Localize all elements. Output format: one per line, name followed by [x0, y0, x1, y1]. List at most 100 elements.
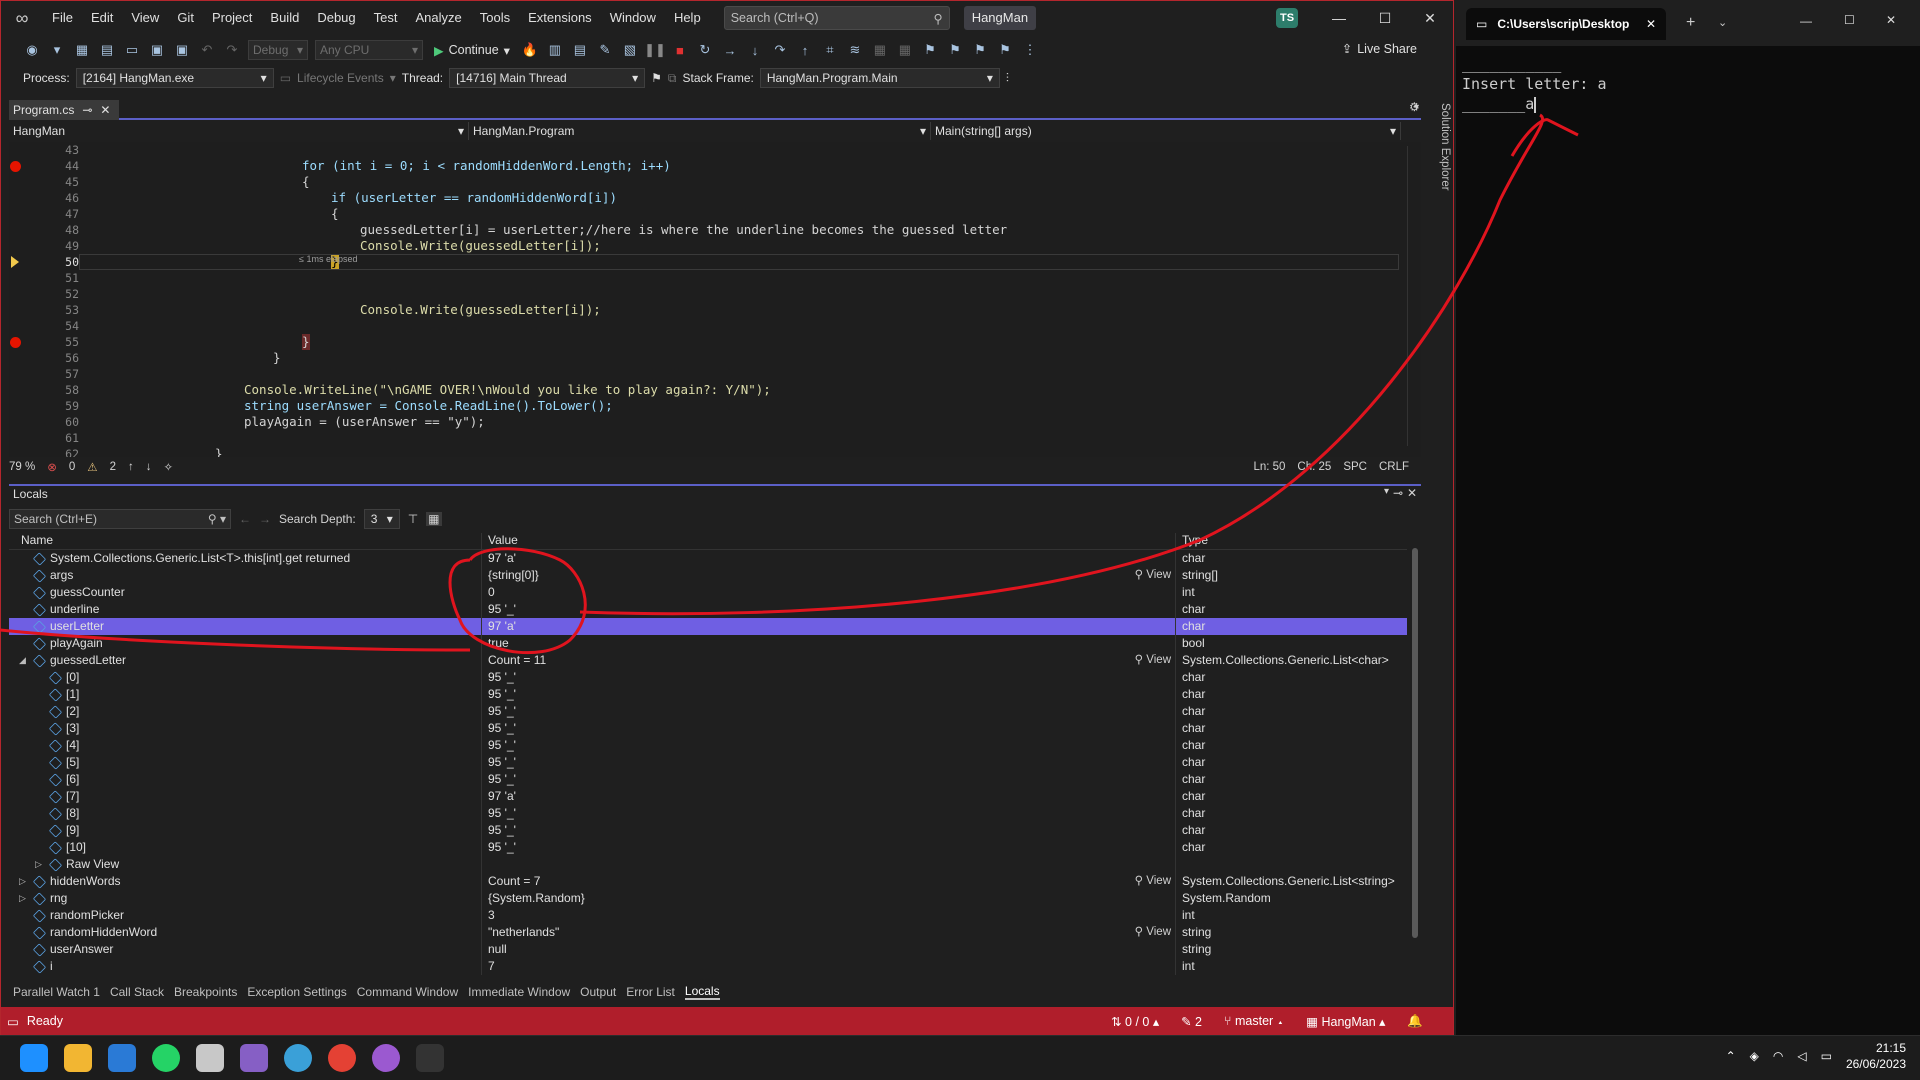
menu-analyze[interactable]: Analyze	[406, 1, 470, 35]
locals-row[interactable]: userLetter 97 'a' char	[9, 618, 1407, 635]
locals-search-input[interactable]: Search (Ctrl+E) ⚲ ▾	[9, 509, 231, 529]
whitespace-mode[interactable]: SPC	[1343, 461, 1367, 473]
configuration-select[interactable]: Debug ▾	[248, 40, 308, 60]
tab-program-cs[interactable]: Program.cs ⊸ ✕	[9, 100, 119, 120]
locals-row[interactable]: System.Collections.Generic.List<T>.this[…	[9, 550, 1407, 567]
locals-value-cell[interactable]: Count = 11 ⚲ View	[481, 652, 1175, 669]
breakpoint-icon[interactable]	[10, 161, 21, 172]
view-visualizer-button[interactable]: ⚲ View	[1135, 873, 1171, 890]
member-select[interactable]: Main(string[] args) ▾	[931, 122, 1401, 140]
menu-view[interactable]: View	[122, 1, 168, 35]
minimize-icon[interactable]: —	[1800, 14, 1812, 28]
locals-row[interactable]: ▷ rng {System.Random} System.Random	[9, 890, 1407, 907]
open-icon[interactable]: ▭	[123, 41, 141, 59]
battery-icon[interactable]: ▭	[1821, 1049, 1832, 1063]
expand-chevron-icon[interactable]: ▷	[19, 873, 29, 890]
locals-row[interactable]: i 7 int	[9, 958, 1407, 975]
pause-icon[interactable]: ❚❚	[644, 41, 666, 59]
instruction-pointer-icon[interactable]	[11, 256, 19, 268]
back-arrow-icon[interactable]: ←	[239, 512, 251, 526]
terminal-output[interactable]: ___________ Insert letter: a _______a	[1456, 46, 1920, 122]
locals-value-cell[interactable]: 3	[481, 907, 1175, 924]
tool-tab[interactable]: Output	[580, 985, 616, 999]
locals-value-cell[interactable]: 95 '_'	[481, 822, 1175, 839]
warning-count[interactable]: 2	[110, 461, 116, 473]
locals-row[interactable]: ▷ Raw View	[9, 856, 1407, 873]
view-visualizer-button[interactable]: ⚲ View	[1135, 652, 1171, 669]
maximize-icon[interactable]: ☐	[1362, 1, 1408, 35]
class-select[interactable]: HangMan.Program ▾	[469, 122, 931, 140]
chrome-icon[interactable]	[328, 1044, 356, 1072]
locals-row[interactable]: [8] 95 '_' char	[9, 805, 1407, 822]
add-item-icon[interactable]: ▤	[98, 41, 116, 59]
edge-icon[interactable]	[284, 1044, 312, 1072]
locals-row[interactable]: [4] 95 '_' char	[9, 737, 1407, 754]
search-box[interactable]: Search (Ctrl+Q) ⚲	[723, 6, 950, 30]
expand-chevron-icon[interactable]: ▷	[35, 856, 45, 873]
locals-row[interactable]: args {string[0]} ⚲ View string[]	[9, 567, 1407, 584]
scrollbar-thumb[interactable]	[1412, 548, 1418, 938]
locals-row[interactable]: underline 95 '_' char	[9, 601, 1407, 618]
chevron-down-icon[interactable]: ▾	[1384, 486, 1389, 497]
notification-bell-icon[interactable]: 🔔	[1407, 1014, 1423, 1029]
bookmark-next-icon[interactable]: ⚑	[971, 41, 989, 59]
save-icon[interactable]: ▣	[148, 41, 166, 59]
locals-row[interactable]: guessCounter 0 int	[9, 584, 1407, 601]
diagnostics-icon[interactable]: ▤	[571, 41, 589, 59]
close-icon[interactable]: ✕	[1407, 1, 1453, 35]
process-select[interactable]: [2164] HangMan.exe ▾	[75, 68, 274, 88]
menu-debug[interactable]: Debug	[308, 1, 364, 35]
locals-value-cell[interactable]: 95 '_'	[481, 601, 1175, 618]
comment-icon[interactable]: ▦	[871, 41, 889, 59]
locals-value-cell[interactable]: Count = 7 ⚲ View	[481, 873, 1175, 890]
column-name-header[interactable]: Name	[9, 533, 481, 549]
forward-icon[interactable]: ▾	[48, 41, 66, 59]
hex-icon[interactable]: ⌗	[821, 41, 839, 59]
locals-row[interactable]: [10] 95 '_' char	[9, 839, 1407, 856]
locals-value-cell[interactable]: 95 '_'	[481, 754, 1175, 771]
locals-value-cell[interactable]: 95 '_'	[481, 686, 1175, 703]
close-icon[interactable]: ✕	[1646, 17, 1656, 31]
thread-select[interactable]: [14716] Main Thread ▾	[449, 68, 646, 88]
restart-icon[interactable]: ↻	[696, 41, 714, 59]
gear-icon[interactable]: ⚙	[1409, 100, 1420, 114]
wifi-icon[interactable]: ◠	[1773, 1049, 1783, 1063]
locals-value-cell[interactable]: 97 'a'	[481, 550, 1175, 567]
locals-row[interactable]: [5] 95 '_' char	[9, 754, 1407, 771]
menu-tools[interactable]: Tools	[471, 1, 519, 35]
locals-row[interactable]: [7] 97 'a' char	[9, 788, 1407, 805]
locals-row[interactable]: ◢ guessedLetter Count = 11 ⚲ View System.Col…	[9, 652, 1407, 669]
platform-select[interactable]: Any CPU ▾	[315, 40, 423, 60]
locals-row[interactable]: userAnswer null string	[9, 941, 1407, 958]
menu-project[interactable]: Project	[203, 1, 261, 35]
uncomment-icon[interactable]: ▦	[896, 41, 914, 59]
locals-value-cell[interactable]: {System.Random}	[481, 890, 1175, 907]
locals-value-cell[interactable]: null	[481, 941, 1175, 958]
bookmark-clear-icon[interactable]: ⚑	[996, 41, 1014, 59]
menu-window[interactable]: Window	[601, 1, 665, 35]
solution-explorer-tab[interactable]: Solution Explorer	[1425, 99, 1451, 239]
locals-value-cell[interactable]: 95 '_'	[481, 703, 1175, 720]
clock[interactable]: 21:15 26/06/2023	[1846, 1040, 1906, 1072]
maximize-icon[interactable]: ☐	[1844, 13, 1855, 27]
branch-indicator[interactable]: ⑂ master ▴	[1224, 1014, 1284, 1028]
column-number[interactable]: Ch: 25	[1297, 461, 1331, 473]
zoom-level[interactable]: 79 %	[9, 461, 35, 473]
redo-icon[interactable]: ↷	[223, 41, 241, 59]
bookmark-prev-icon[interactable]: ⚑	[946, 41, 964, 59]
tool-tab[interactable]: Locals	[684, 984, 720, 1000]
locals-scrollbar[interactable]	[1409, 536, 1421, 974]
repo-indicator[interactable]: ▦ HangMan ▴	[1306, 1014, 1385, 1029]
project-select[interactable]: HangMan ▾	[9, 122, 469, 140]
close-icon[interactable]: ✕	[1407, 486, 1417, 500]
minimize-icon[interactable]: —	[1316, 1, 1362, 35]
edits-indicator[interactable]: ✎ 2	[1181, 1014, 1202, 1029]
locals-value-cell[interactable]: true	[481, 635, 1175, 652]
locals-value-cell[interactable]: 95 '_'	[481, 839, 1175, 856]
locals-row[interactable]: [3] 95 '_' char	[9, 720, 1407, 737]
close-icon[interactable]: ✕	[1886, 13, 1896, 27]
locals-value-cell[interactable]: 95 '_'	[481, 669, 1175, 686]
menu-edit[interactable]: Edit	[82, 1, 122, 35]
column-value-header[interactable]: Value	[481, 533, 1175, 549]
column-type-header[interactable]: Type	[1175, 533, 1407, 549]
